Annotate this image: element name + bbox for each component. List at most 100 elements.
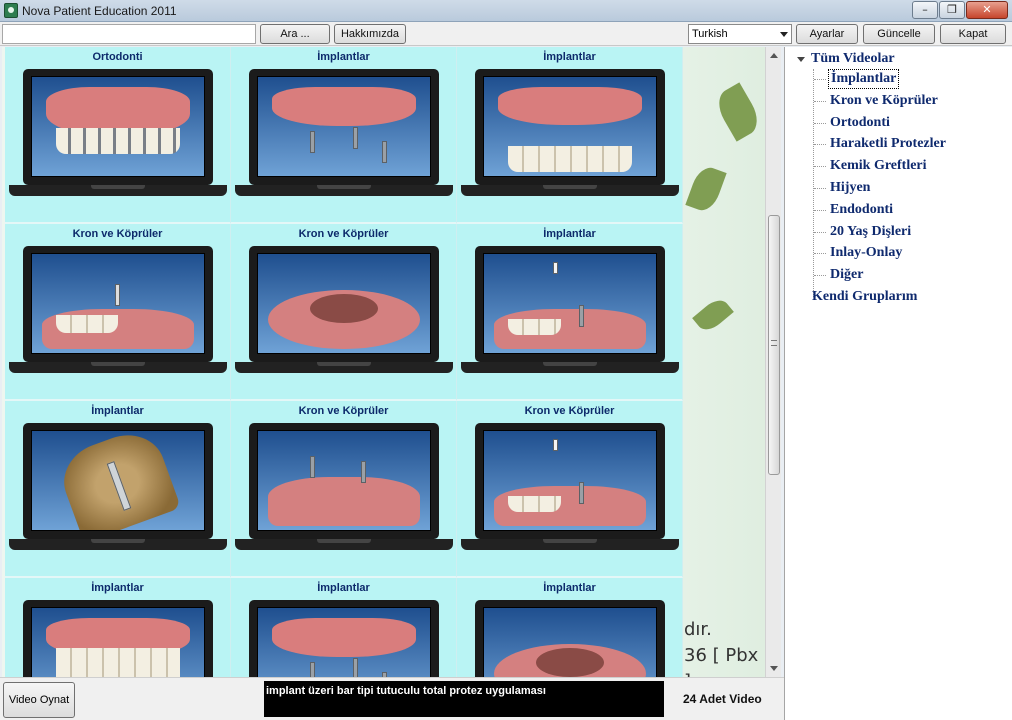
scroll-up-icon[interactable] (770, 53, 778, 58)
video-thumbnail[interactable] (475, 600, 665, 677)
maximize-button[interactable]: ❐ (939, 1, 965, 19)
laptop-base (9, 539, 227, 550)
grid-scrollbar[interactable] (765, 47, 781, 677)
teeth-shape (56, 128, 180, 155)
tree-item-custom-groups[interactable]: Kendi Gruplarım (810, 287, 919, 307)
video-tile[interactable]: Kron ve Köprüler (231, 224, 457, 401)
tree-item[interactable]: 20 Yaş Dişleri (828, 222, 913, 242)
tree-connector (814, 144, 826, 146)
implant-post (578, 482, 584, 505)
tree-item[interactable]: Kron ve Köprüler (828, 91, 940, 111)
thumbnail-screen (483, 253, 657, 354)
video-thumbnail[interactable] (475, 246, 665, 362)
implant-post (552, 438, 558, 451)
video-title: Kron ve Köprüler (298, 405, 389, 417)
video-tile[interactable]: Kron ve Köprüler (5, 224, 231, 401)
implant-post (309, 662, 315, 677)
tree-item[interactable]: Haraketli Protezler (828, 134, 948, 154)
video-title: Kron ve Köprüler (298, 228, 389, 240)
chevron-down-icon (780, 32, 788, 37)
implant-post (552, 261, 558, 274)
tree-item[interactable]: Kemik Greftleri (828, 156, 929, 176)
video-tile[interactable]: Kron ve Köprüler (457, 401, 683, 578)
video-tile[interactable]: İmplantlar (457, 224, 683, 401)
play-video-button[interactable]: Video Oynat (3, 682, 75, 718)
video-thumbnail[interactable] (23, 69, 213, 185)
video-tile[interactable]: İmplantlar (5, 401, 231, 578)
teeth-shape (56, 315, 118, 334)
gum-shape (271, 86, 417, 127)
tree-item[interactable]: Hijyen (828, 178, 872, 198)
laptop-base (235, 362, 453, 373)
implant-post (578, 305, 584, 328)
video-title: Ortodonti (92, 51, 143, 63)
video-thumbnail[interactable] (249, 423, 439, 539)
exit-button[interactable]: Kapat (940, 24, 1006, 44)
video-thumbnail[interactable] (249, 69, 439, 185)
leaf-decoration (685, 163, 727, 215)
video-title: Kron ve Köprüler (72, 228, 163, 240)
video-title: İmplantlar (543, 51, 596, 63)
tree-item[interactable]: Endodonti (828, 200, 895, 220)
video-tile[interactable]: İmplantlar (457, 578, 683, 677)
video-thumbnail[interactable] (475, 423, 665, 539)
about-button[interactable]: Hakkımızda (334, 24, 406, 44)
language-select[interactable]: Turkish (688, 24, 792, 44)
search-button[interactable]: Ara ... (260, 24, 330, 44)
laptop-base (235, 185, 453, 196)
implant-post (114, 283, 120, 306)
video-thumbnail[interactable] (23, 600, 213, 677)
video-title: İmplantlar (543, 228, 596, 240)
video-thumbnail[interactable] (23, 246, 213, 362)
teeth-shape (508, 496, 562, 513)
laptop-base (461, 362, 679, 373)
thumbnail-screen (257, 253, 431, 354)
bottom-bar: Video Oynat implant üzeri bar tipi tutuc… (0, 677, 784, 720)
expand-triangle-icon[interactable] (797, 56, 805, 62)
video-description: implant üzeri bar tipi tutuculu total pr… (264, 681, 664, 717)
tree-item[interactable]: Inlay-Onlay (828, 243, 904, 263)
tree-connector (814, 122, 826, 124)
teeth-shape (508, 319, 562, 336)
thumbnail-screen (483, 430, 657, 531)
video-tile[interactable]: Ortodonti (5, 47, 231, 224)
tree-connector (814, 231, 826, 233)
tree-root-label: Tüm Videolar (811, 51, 895, 66)
gum-shape (271, 617, 417, 658)
video-tile[interactable]: İmplantlar (457, 47, 683, 224)
scroll-thumb[interactable] (768, 215, 780, 475)
tree-connector (814, 275, 826, 277)
video-tile[interactable]: İmplantlar (231, 578, 457, 677)
video-thumbnail[interactable] (249, 600, 439, 677)
toolbar-field[interactable] (2, 24, 256, 44)
implant-post (352, 126, 358, 149)
thumbnail-screen (31, 76, 205, 177)
minimize-button[interactable]: – (912, 1, 938, 19)
laptop-base (461, 539, 679, 550)
video-title: Kron ve Köprüler (524, 405, 615, 417)
video-tile[interactable]: İmplantlar (5, 578, 231, 677)
tree-item[interactable]: Diğer (828, 265, 865, 285)
video-thumbnail[interactable] (249, 246, 439, 362)
teeth-shape (56, 647, 180, 677)
video-title: İmplantlar (91, 582, 144, 594)
laptop-base (235, 539, 453, 550)
implant-post (381, 141, 387, 164)
settings-button[interactable]: Ayarlar (796, 24, 858, 44)
close-window-button[interactable]: ✕ (966, 1, 1008, 19)
tree-item[interactable]: İmplantlar (828, 69, 900, 89)
tree-connector (814, 166, 826, 168)
video-tile[interactable]: İmplantlar (231, 47, 457, 224)
video-tile[interactable]: Kron ve Köprüler (231, 401, 457, 578)
window-controls: – ❐ ✕ (912, 1, 1008, 19)
thumbnail-screen (257, 430, 431, 531)
thumbnail-screen (257, 76, 431, 177)
video-thumbnail[interactable] (23, 423, 213, 539)
video-thumbnail[interactable] (475, 69, 665, 185)
tree-item[interactable]: Ortodonti (828, 113, 892, 133)
update-button[interactable]: Güncelle (863, 24, 935, 44)
tree-root[interactable]: Tüm Videolar (797, 51, 895, 67)
scroll-down-icon[interactable] (770, 666, 778, 671)
video-count: 24 Adet Video (683, 692, 762, 706)
background-text-line1: dır. (684, 619, 712, 640)
